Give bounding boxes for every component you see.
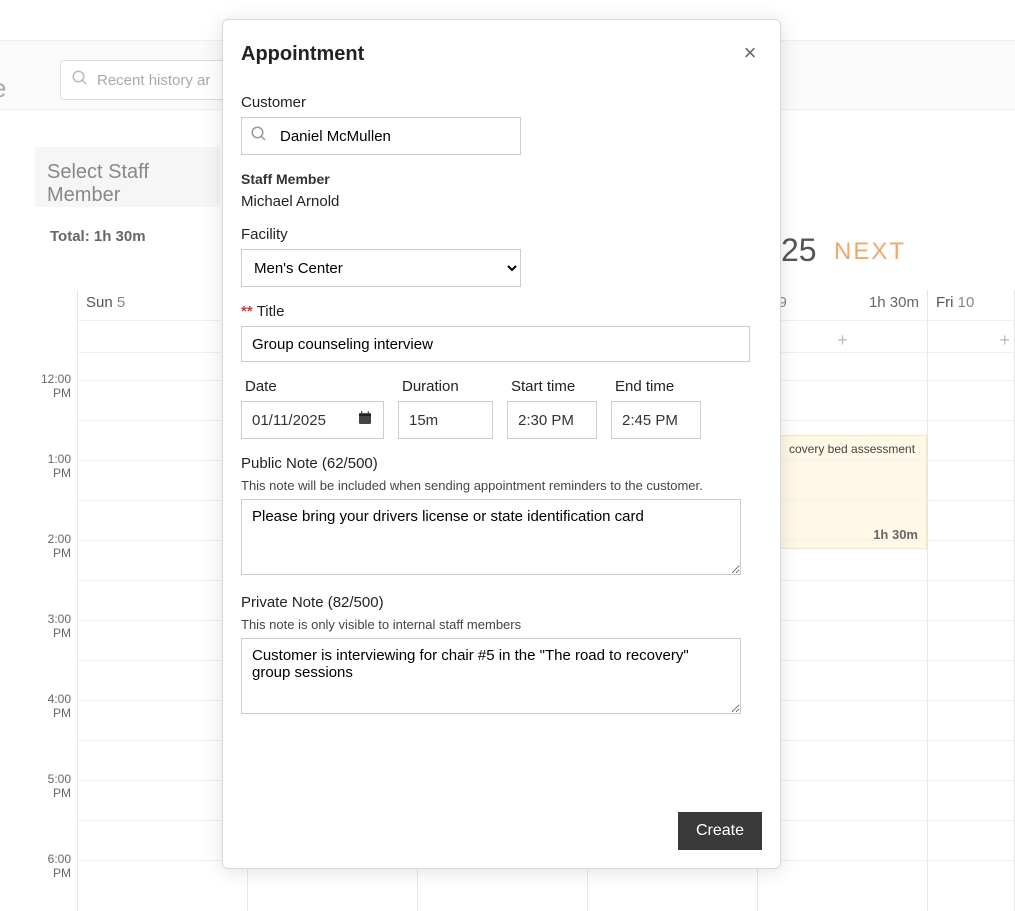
duration-input[interactable]: 15m: [398, 401, 493, 439]
end-time-input[interactable]: 2:45 PM: [611, 401, 701, 439]
date-field: Date 01/11/2025: [241, 378, 384, 439]
start-time-value: 2:30 PM: [518, 412, 574, 429]
duration-field: Duration 15m: [398, 378, 493, 439]
date-value: 01/11/2025: [252, 412, 326, 429]
dialog-body[interactable]: Customer Staff Member Michael Arnold Fac…: [223, 84, 780, 798]
day-header: Sun 5: [86, 294, 125, 311]
end-time-field: End time 2:45 PM: [611, 378, 701, 439]
history-search-box[interactable]: Recent history ar: [60, 60, 230, 100]
facility-select[interactable]: Men's Center: [241, 249, 521, 287]
calendar-day-column[interactable]: Fri 10 +: [928, 290, 1015, 911]
customer-search-input[interactable]: [241, 117, 521, 155]
private-note-textarea[interactable]: Customer is interviewing for chair #5 in…: [241, 638, 741, 714]
add-appointment-button[interactable]: +: [758, 326, 927, 355]
private-note-label: Private Note (82/500): [241, 594, 760, 611]
required-marker: **: [241, 303, 253, 320]
dialog-footer: Create: [223, 798, 780, 868]
staff-label: Staff Member: [241, 171, 760, 187]
dialog-header: Appointment ×: [223, 20, 780, 84]
time-slot: 6:00PM: [0, 852, 71, 881]
start-time-field: Start time 2:30 PM: [507, 378, 597, 439]
time-slot: 12:00PM: [0, 372, 71, 401]
public-note-textarea[interactable]: Please bring your drivers license or sta…: [241, 499, 741, 575]
title-label: **Title: [241, 303, 760, 320]
title-input[interactable]: [241, 326, 750, 362]
header-date-fragment: 25: [781, 232, 817, 269]
appointment-dialog: Appointment × Customer Staff Member Mich…: [222, 19, 781, 869]
calendar-icon: [357, 410, 373, 430]
day-header: Fri 10: [936, 294, 974, 311]
calendar-day-column[interactable]: u 9 1h 30m +: [758, 290, 928, 911]
dialog-title: Appointment: [241, 43, 738, 66]
time-slot: 2:00PM: [0, 532, 71, 561]
day-subtotal: 1h 30m: [869, 294, 919, 311]
time-slot: 4:00PM: [0, 692, 71, 721]
start-time-label: Start time: [507, 378, 597, 401]
date-label: Date: [241, 378, 384, 401]
facility-label: Facility: [241, 226, 760, 243]
time-slot: 1:00PM: [0, 452, 71, 481]
title-field: **Title: [241, 303, 760, 362]
datetime-row: Date 01/11/2025 Duration 15m Start: [241, 378, 760, 439]
add-appointment-button[interactable]: +: [928, 326, 1014, 355]
search-icon: [250, 125, 268, 147]
create-button[interactable]: Create: [678, 812, 762, 850]
date-input[interactable]: 01/11/2025: [241, 401, 384, 439]
staff-value: Michael Arnold: [241, 193, 760, 210]
staff-select-box[interactable]: Select Staff Member: [35, 147, 220, 207]
search-icon: [71, 69, 89, 91]
private-note-help: This note is only visible to internal st…: [241, 617, 760, 632]
time-slot: 5:00PM: [0, 772, 71, 801]
end-time-value: 2:45 PM: [622, 412, 678, 429]
duration-label: Duration: [398, 378, 493, 401]
time-slot: 3:00PM: [0, 612, 71, 641]
next-button[interactable]: NEXT: [834, 238, 906, 266]
customer-label: Customer: [241, 94, 760, 111]
duration-value: 15m: [409, 412, 438, 429]
close-icon[interactable]: ×: [738, 42, 762, 66]
staff-field: Staff Member Michael Arnold Facility Men…: [241, 171, 760, 287]
public-note-label: Public Note (62/500): [241, 455, 760, 472]
customer-input[interactable]: [278, 127, 512, 146]
history-search-placeholder: Recent history ar: [97, 72, 210, 89]
customer-field: Customer: [241, 94, 760, 155]
end-time-label: End time: [611, 378, 701, 401]
public-note-help: This note will be included when sending …: [241, 478, 760, 493]
total-hours-label: Total: 1h 30m: [50, 228, 146, 245]
calendar-time-column: 12:00PM 1:00PM 2:00PM 3:00PM 4:00PM 5:00…: [0, 290, 78, 911]
private-note-field: Private Note (82/500) This note is only …: [241, 594, 760, 717]
public-note-field: Public Note (62/500) This note will be i…: [241, 455, 760, 578]
page-title-fragment: e: [0, 73, 7, 104]
start-time-input[interactable]: 2:30 PM: [507, 401, 597, 439]
